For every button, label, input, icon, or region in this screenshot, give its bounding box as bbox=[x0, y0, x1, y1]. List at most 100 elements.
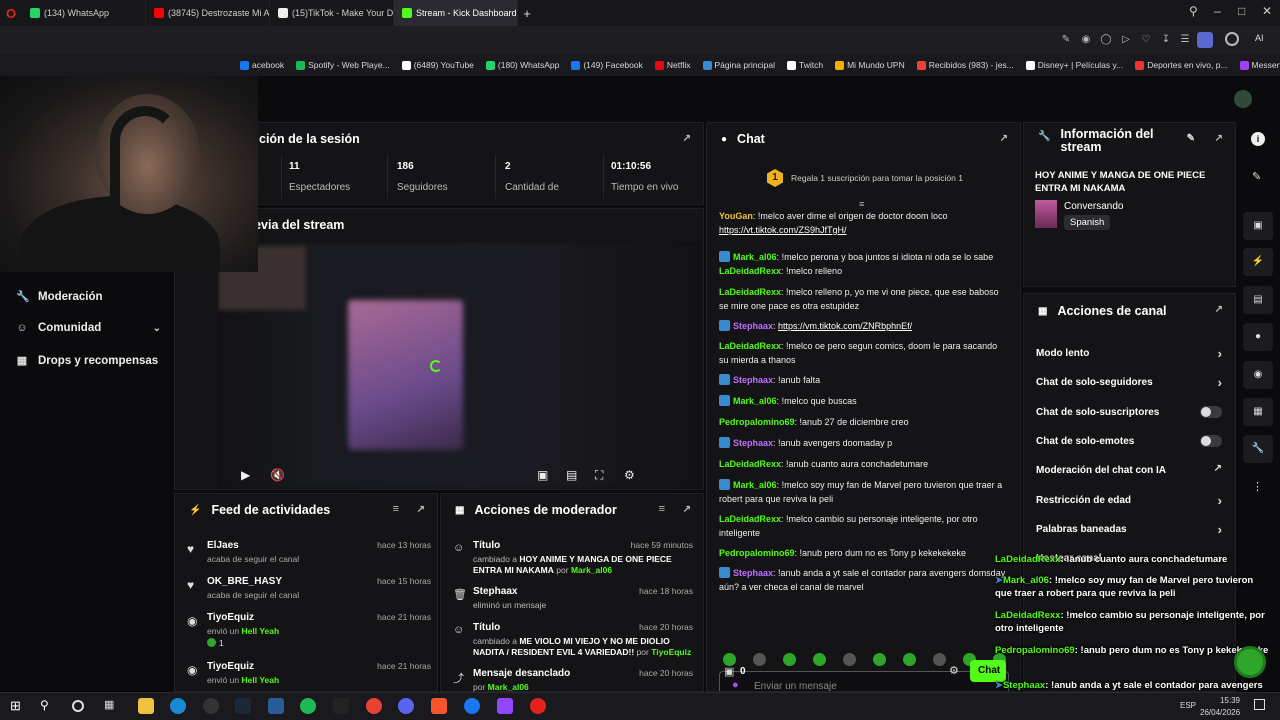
sidebar-item[interactable]: ☺ Comunidad ⌄ bbox=[16, 322, 161, 334]
tray-date[interactable]: 26/04/2026 bbox=[1200, 708, 1240, 717]
expand-icon[interactable]: ↗ bbox=[1215, 133, 1223, 144]
channel-action-row[interactable]: Modo lento › bbox=[1036, 346, 1222, 361]
emote-icon[interactable] bbox=[933, 653, 946, 666]
chat-username[interactable]: Stephaax bbox=[733, 438, 773, 448]
rail-chat-button[interactable]: ● bbox=[1243, 323, 1273, 351]
channel-action-row[interactable]: Chat de solo-suscriptores bbox=[1036, 405, 1222, 418]
edit-pencil-icon[interactable]: ✎ bbox=[1187, 133, 1195, 144]
expand-icon[interactable]: ↗ bbox=[1215, 304, 1223, 315]
fullscreen-button[interactable]: ⛶ bbox=[595, 468, 603, 483]
search-tabs-icon[interactable]: ⚲ bbox=[1189, 4, 1198, 18]
rail-broadcast-button[interactable]: ◉ bbox=[1243, 361, 1273, 389]
chat-username[interactable]: Stephaax bbox=[733, 375, 773, 385]
steam-icon[interactable] bbox=[235, 698, 251, 714]
feed-user[interactable]: TiyoEquiz bbox=[207, 661, 254, 672]
edit-icon[interactable]: ✎ bbox=[1060, 34, 1072, 46]
play-icon[interactable]: ▷ bbox=[1120, 34, 1132, 46]
rail-clipboard-button[interactable]: ▤ bbox=[1243, 286, 1273, 314]
bookmark-item[interactable]: Twitch bbox=[786, 60, 823, 70]
rail-camera-button[interactable]: ▣ bbox=[1243, 212, 1273, 240]
cortana-icon[interactable] bbox=[72, 700, 84, 712]
rail-wrench-button[interactable]: 🔧 bbox=[1243, 435, 1273, 463]
chevron-right-icon[interactable]: › bbox=[1218, 522, 1222, 537]
channel-action-row[interactable]: Moderación del chat con IA ↗ bbox=[1036, 463, 1222, 476]
facebook-icon[interactable] bbox=[464, 698, 480, 714]
bookmark-item[interactable]: Spotify - Web Playe... bbox=[296, 60, 390, 70]
points-icon[interactable]: ▣ bbox=[724, 665, 734, 678]
chat-username[interactable]: LaDeidadRexx bbox=[719, 514, 781, 524]
channel-action-row[interactable]: Restricción de edad › bbox=[1036, 493, 1222, 508]
mod-detail-user[interactable]: TiyoEquiz bbox=[651, 647, 691, 657]
chevron-right-icon[interactable]: › bbox=[1218, 493, 1222, 508]
extensions-icon[interactable] bbox=[1225, 32, 1239, 46]
bookmark-item[interactable]: acebook bbox=[240, 60, 284, 70]
chat-username[interactable]: LaDeidadRexx bbox=[719, 287, 781, 297]
heart-toolbar-icon[interactable]: ♡ bbox=[1140, 34, 1152, 46]
toggle-switch[interactable] bbox=[1200, 405, 1222, 418]
language-tag[interactable]: Spanish bbox=[1064, 215, 1111, 230]
bookmark-item[interactable]: (6489) YouTube bbox=[401, 60, 474, 70]
download-icon[interactable]: ↧ bbox=[1160, 34, 1172, 46]
emote-icon[interactable] bbox=[903, 653, 916, 666]
chevron-right-icon[interactable]: › bbox=[1218, 346, 1222, 361]
chat-username[interactable]: Pedropalomino69 bbox=[719, 417, 795, 427]
mute-button[interactable]: 🔇 bbox=[270, 468, 285, 482]
maximize-button[interactable]: □ bbox=[1238, 4, 1245, 18]
bookmark-item[interactable]: Página principal bbox=[702, 60, 775, 70]
brave-icon[interactable] bbox=[431, 698, 447, 714]
opera-icon[interactable] bbox=[530, 698, 546, 714]
theater-mode-button[interactable]: ▣ bbox=[537, 468, 548, 482]
emote-icon[interactable] bbox=[783, 653, 796, 666]
settings-gear-icon[interactable]: ⚙ bbox=[624, 468, 635, 482]
profile-avatar[interactable] bbox=[1197, 32, 1213, 48]
chat-username[interactable]: Stephaax bbox=[733, 568, 773, 578]
emote-icon[interactable] bbox=[753, 653, 766, 666]
app-icon[interactable] bbox=[203, 698, 219, 714]
pip-button[interactable]: ▤ bbox=[566, 468, 577, 482]
chat-username[interactable]: LaDeidadRexx bbox=[719, 266, 781, 276]
chevron-right-icon[interactable]: › bbox=[1218, 375, 1222, 390]
rail-bolt-button[interactable]: ⚡ bbox=[1243, 248, 1273, 276]
chat-username[interactable]: Stephaax bbox=[733, 321, 773, 331]
channel-action-row[interactable]: Chat de solo-emotes bbox=[1036, 434, 1222, 447]
expand-icon[interactable]: ↗ bbox=[683, 133, 691, 144]
browser-tab[interactable]: (134) WhatsApp bbox=[22, 0, 146, 26]
file-icon[interactable] bbox=[268, 698, 284, 714]
rail-grid-button[interactable]: ▦ bbox=[1243, 398, 1273, 426]
edge-icon[interactable] bbox=[170, 698, 186, 714]
channel-action-row[interactable]: Palabras baneadas › bbox=[1036, 522, 1222, 537]
chat-username[interactable]: Mark_al06 bbox=[733, 396, 777, 406]
shield-icon[interactable]: ◯ bbox=[1100, 34, 1112, 46]
opera-logo-icon[interactable]: O bbox=[0, 6, 22, 21]
feed-user[interactable]: TiyoEquiz bbox=[207, 612, 254, 623]
browser-tab[interactable]: (38745) Destrozaste Mi Al bbox=[146, 0, 270, 26]
windows-start-icon[interactable]: ⊞ bbox=[10, 698, 26, 714]
pencil-rail-icon[interactable]: ✎ bbox=[1252, 170, 1261, 183]
discord-icon[interactable] bbox=[398, 698, 414, 714]
stream-preview-video[interactable] bbox=[218, 242, 703, 489]
sidebar-item[interactable]: ▦ Drops y recompensas bbox=[16, 354, 161, 368]
file-explorer-icon[interactable] bbox=[138, 698, 154, 714]
emote-icon[interactable] bbox=[843, 653, 856, 666]
chat-link[interactable]: https://vt.tiktok.com/ZS9hJfTgH/ bbox=[719, 225, 847, 235]
feed-user[interactable]: ElJaes bbox=[207, 540, 239, 551]
browser-tab[interactable]: (15)TikTok - Make Your Da bbox=[270, 0, 394, 26]
bookmark-item[interactable]: Messenger bbox=[1239, 60, 1280, 70]
feed-user[interactable]: OK_BRE_HASY bbox=[207, 576, 282, 587]
ai-button[interactable]: AI bbox=[1255, 33, 1264, 43]
bookmark-item[interactable]: (149) Facebook bbox=[571, 60, 643, 70]
task-view-icon[interactable]: ▦ bbox=[104, 698, 120, 714]
chat-username[interactable]: Mark_al06 bbox=[733, 252, 777, 262]
bookmark-item[interactable]: (180) WhatsApp bbox=[485, 60, 559, 70]
external-link-icon[interactable]: ↗ bbox=[1214, 463, 1222, 474]
camera-icon[interactable]: ◉ bbox=[1080, 34, 1092, 46]
user-avatar[interactable] bbox=[1234, 90, 1252, 108]
chat-username[interactable]: YouGan bbox=[719, 211, 753, 221]
search-icon[interactable]: ⚲ bbox=[40, 698, 56, 714]
twitch-icon[interactable] bbox=[497, 698, 513, 714]
bookmark-item[interactable]: Deportes en vivo, p... bbox=[1135, 60, 1228, 70]
emote-icon[interactable] bbox=[813, 653, 826, 666]
bookmark-item[interactable]: Netflix bbox=[654, 60, 691, 70]
chat-username[interactable]: Mark_al06 bbox=[733, 480, 777, 490]
chat-username[interactable]: LaDeidadRexx bbox=[719, 341, 781, 351]
